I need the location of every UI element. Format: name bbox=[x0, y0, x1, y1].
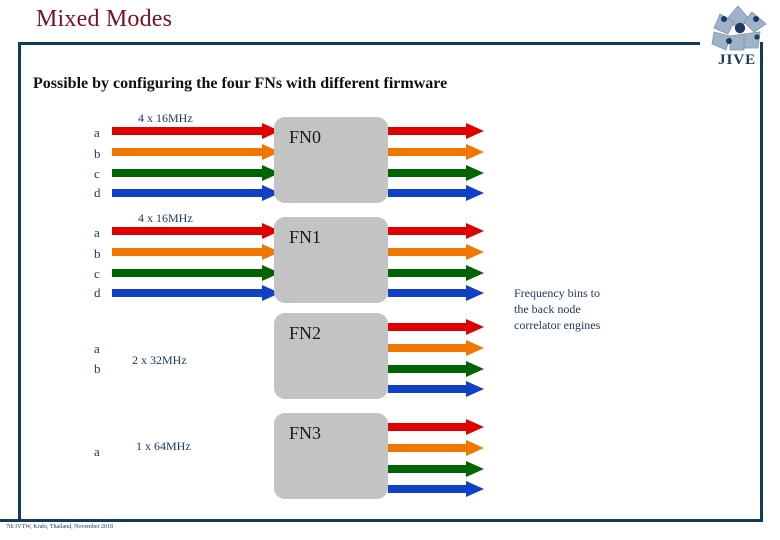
fn-box-label-fn0: FN0 bbox=[289, 127, 322, 147]
freq-label-fn3: 1 x 64MHz bbox=[136, 439, 191, 453]
channel-label-d-fn0: d bbox=[94, 185, 101, 200]
fn-box-label-fn1: FN1 bbox=[289, 227, 322, 247]
header-divider bbox=[18, 42, 700, 45]
fn-box-fn0: FN0 bbox=[274, 117, 388, 203]
diagram-row-fn3: 1 x 64MHz a FN3 bbox=[0, 405, 780, 505]
output-arrows-fn2 bbox=[388, 319, 484, 397]
diagram-row-fn2: 2 x 32MHz a b FN2 bbox=[0, 308, 780, 404]
annotation-line-1: Frequency bins to bbox=[514, 286, 600, 300]
freq-label-fn2: 2 x 32MHz bbox=[132, 353, 187, 367]
channel-label-c-fn1: c bbox=[94, 266, 100, 281]
fn-box-label-fn2: FN2 bbox=[289, 323, 322, 343]
jive-logo: JIVE bbox=[700, 2, 776, 74]
fn-box-fn1: FN1 bbox=[274, 217, 388, 303]
slide-body-heading: Possible by configuring the four FNs wit… bbox=[33, 75, 448, 92]
slide-footer: 7th IVTW, Krabi, Thailand, November 2018 bbox=[6, 524, 113, 530]
channel-label-a-fn1: a bbox=[94, 225, 100, 240]
channel-label-b-fn0: b bbox=[94, 146, 101, 161]
output-arrows-fn1 bbox=[388, 223, 484, 301]
fn-box-fn2: FN2 bbox=[274, 313, 388, 399]
channel-label-b-fn2: b bbox=[94, 361, 101, 376]
output-arrows-fn3 bbox=[388, 419, 484, 497]
content-frame-bottom-border bbox=[0, 519, 763, 522]
annotation-frequency-bins: Frequency bins to the back node correlat… bbox=[514, 285, 654, 333]
annotation-line-3: correlator engines bbox=[514, 318, 601, 332]
input-arrows-fn1 bbox=[112, 223, 280, 301]
annotation-line-2: the back node bbox=[514, 302, 581, 316]
diagram-row-fn1: 4 x 16MHz a b c d FN1 bbox=[0, 205, 780, 305]
channel-label-b-fn1: b bbox=[94, 246, 101, 261]
page-title: Mixed Modes bbox=[36, 6, 173, 32]
channel-label-a-fn3: a bbox=[94, 444, 100, 459]
channel-label-a-fn0: a bbox=[94, 125, 100, 140]
fn-box-fn3: FN3 bbox=[274, 413, 388, 499]
output-arrows-fn0 bbox=[388, 123, 484, 201]
input-arrows-fn0 bbox=[112, 123, 280, 201]
fn-box-label-fn3: FN3 bbox=[289, 423, 322, 443]
jive-wordmark: JIVE bbox=[718, 52, 757, 68]
channel-label-a-fn2: a bbox=[94, 341, 100, 356]
channel-label-c-fn0: c bbox=[94, 166, 100, 181]
channel-label-d-fn1: d bbox=[94, 285, 101, 300]
diagram-row-fn0: 4 x 16MHz a b c d FN0 bbox=[0, 105, 780, 205]
